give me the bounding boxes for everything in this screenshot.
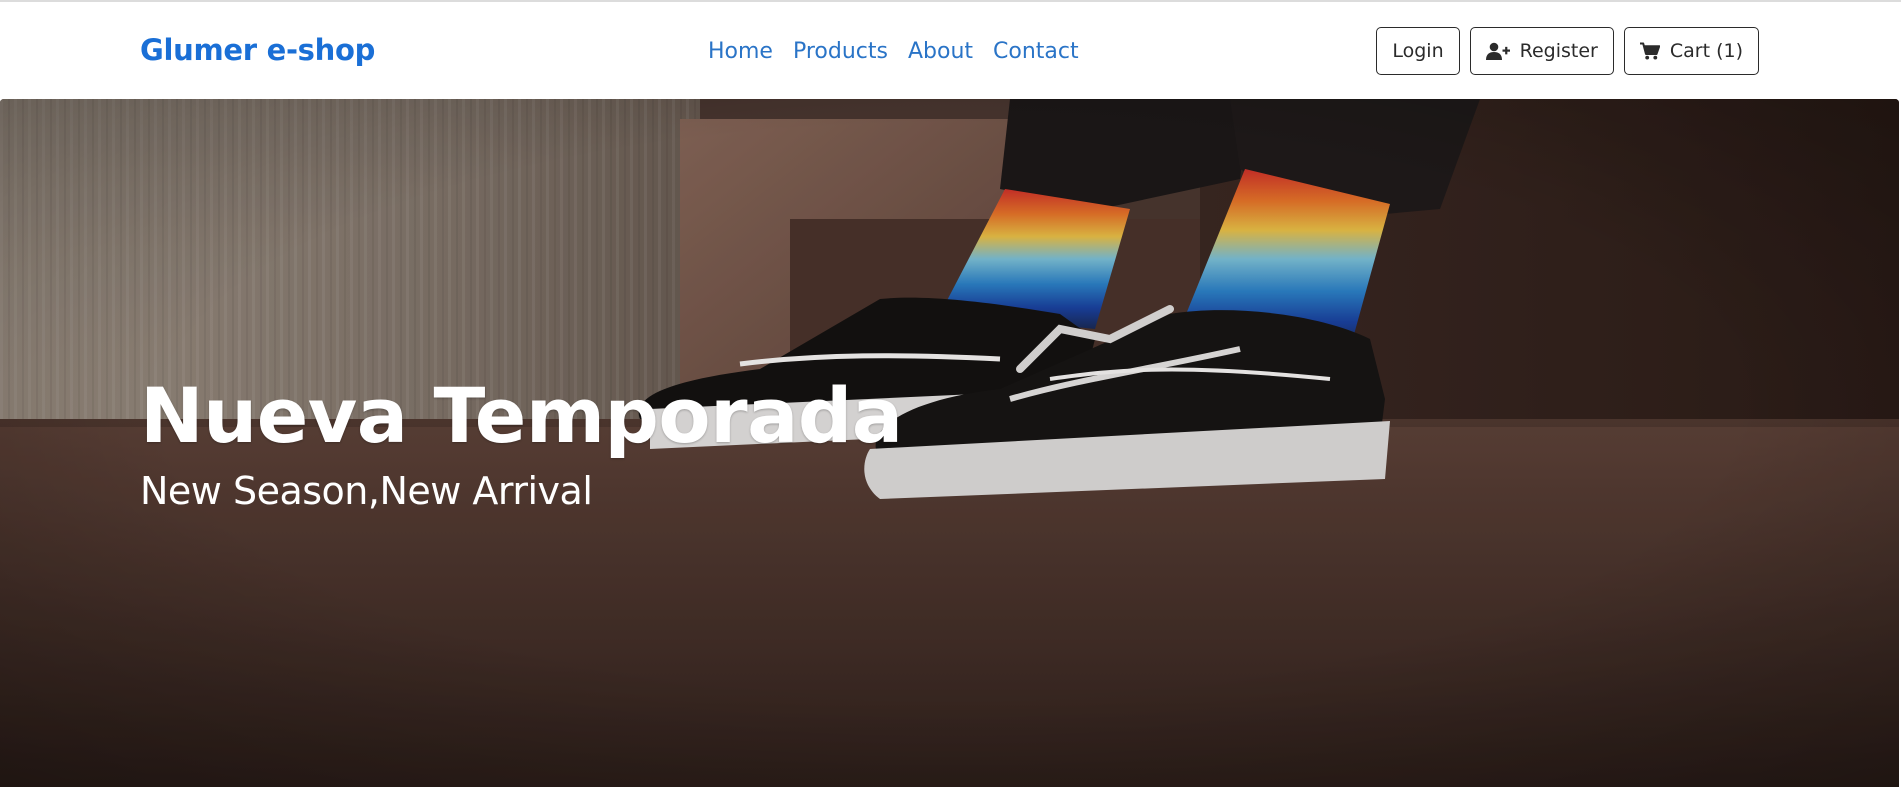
hero-title: Nueva Temporada [140, 371, 903, 460]
register-button[interactable]: Register [1469, 27, 1614, 75]
login-button[interactable]: Login [1376, 27, 1460, 75]
user-plus-icon [1485, 42, 1510, 60]
nav-link-about[interactable]: About [908, 39, 973, 64]
brand-logo-link[interactable]: Glumer e-shop [140, 33, 375, 67]
hero-subtitle: New Season,New Arrival [140, 469, 593, 513]
cart-button[interactable]: Cart (1) [1623, 27, 1759, 75]
nav-link-contact[interactable]: Contact [993, 39, 1079, 64]
hero-banner: Nueva Temporada New Season,New Arrival [0, 99, 1899, 787]
page: Glumer e-shop Home Products About Contac… [0, 0, 1901, 787]
nav-actions: Login Register Cart (1) [1376, 27, 1759, 75]
cart-button-label: Cart (1) [1669, 40, 1743, 62]
cart-icon [1639, 42, 1660, 60]
register-button-label: Register [1519, 40, 1598, 62]
login-button-label: Login [1392, 40, 1444, 62]
nav-links: Home Products About Contact [708, 39, 1079, 64]
nav-link-home[interactable]: Home [708, 39, 773, 64]
navbar: Glumer e-shop Home Products About Contac… [0, 0, 1901, 99]
nav-link-products[interactable]: Products [793, 39, 888, 64]
